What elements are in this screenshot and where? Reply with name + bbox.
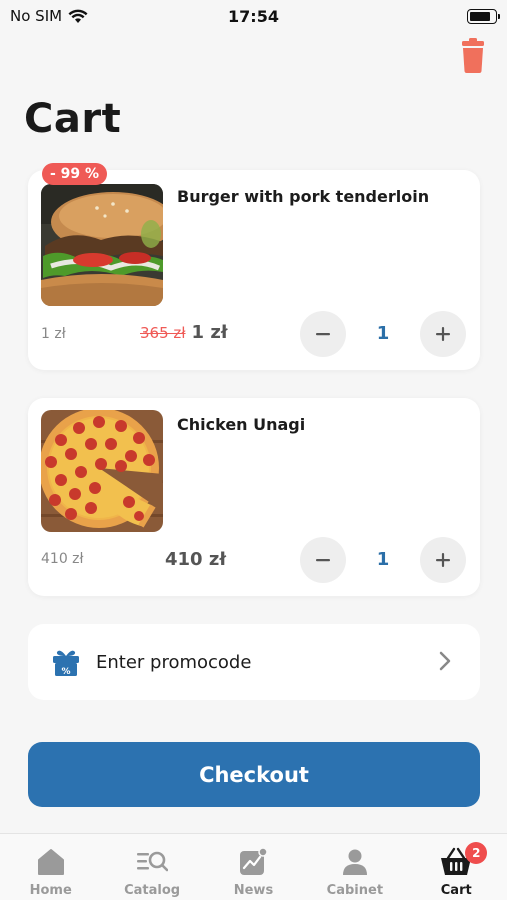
item-total-price: 1 zł bbox=[191, 322, 228, 343]
status-time: 17:54 bbox=[228, 6, 279, 26]
cart-count-badge: 2 bbox=[465, 842, 488, 864]
svg-text:%: % bbox=[61, 667, 70, 677]
news-icon bbox=[240, 848, 268, 875]
status-left: No SIM bbox=[10, 7, 88, 25]
tab-label: Cart bbox=[440, 883, 472, 898]
price-block: 410 zł bbox=[165, 549, 226, 570]
quantity-value: 1 bbox=[376, 549, 390, 570]
product-image-burger[interactable] bbox=[41, 184, 163, 306]
chevron-right-icon bbox=[439, 651, 451, 671]
carrier-label: No SIM bbox=[10, 7, 63, 25]
battery-icon bbox=[467, 8, 500, 24]
minus-icon bbox=[316, 559, 330, 562]
minus-icon bbox=[316, 333, 330, 336]
cart-item-card: Chicken Unagi 410 zł 410 zł 1 bbox=[28, 398, 480, 596]
unit-price: 410 zł bbox=[41, 551, 84, 567]
cart-item-card: - 99 % Burger with pork tenderloin 1 zł … bbox=[28, 163, 480, 370]
page-title: Cart bbox=[24, 96, 122, 142]
checkout-button[interactable]: Checkout bbox=[28, 742, 480, 807]
home-icon bbox=[37, 849, 64, 875]
product-image-pizza[interactable] bbox=[41, 410, 163, 532]
tab-news[interactable]: News bbox=[203, 834, 303, 898]
tab-cart[interactable]: 2 Cart bbox=[406, 834, 506, 898]
tab-label: Home bbox=[29, 883, 72, 898]
product-name[interactable]: Burger with pork tenderloin bbox=[177, 187, 429, 206]
pizza-photo bbox=[41, 410, 163, 532]
old-price: 365 zł bbox=[140, 324, 186, 342]
wifi-icon bbox=[68, 9, 88, 23]
product-name[interactable]: Chicken Unagi bbox=[177, 415, 305, 434]
tab-label: Catalog bbox=[124, 883, 181, 898]
burger-photo bbox=[41, 184, 163, 306]
item-total-price: 410 zł bbox=[165, 549, 226, 570]
tab-catalog[interactable]: Catalog bbox=[102, 834, 202, 898]
increase-quantity-button[interactable] bbox=[420, 537, 466, 583]
status-bar: No SIM 17:54 bbox=[0, 0, 507, 32]
unit-price: 1 zł bbox=[41, 326, 66, 342]
decrease-quantity-button[interactable] bbox=[300, 537, 346, 583]
plus-icon bbox=[436, 327, 450, 341]
trash-icon[interactable] bbox=[459, 38, 487, 74]
tab-cabinet[interactable]: Cabinet bbox=[305, 834, 405, 898]
plus-icon bbox=[436, 553, 450, 567]
quantity-value: 1 bbox=[376, 323, 390, 344]
catalog-icon bbox=[137, 851, 169, 872]
tab-home[interactable]: Home bbox=[1, 834, 101, 898]
tab-bar: Home Catalog News Cabinet 2 Cart bbox=[0, 833, 507, 900]
tab-label: News bbox=[233, 883, 274, 898]
gift-icon: % bbox=[53, 650, 79, 677]
battery-level bbox=[470, 11, 491, 21]
tab-label: Cabinet bbox=[326, 883, 384, 898]
discount-badge: - 99 % bbox=[42, 163, 108, 185]
promocode-label: Enter promocode bbox=[96, 651, 252, 673]
decrease-quantity-button[interactable] bbox=[300, 311, 346, 357]
price-block: 365 zł 1 zł bbox=[140, 322, 228, 343]
increase-quantity-button[interactable] bbox=[420, 311, 466, 357]
promocode-row[interactable]: % Enter promocode bbox=[28, 624, 480, 700]
user-icon bbox=[342, 849, 367, 875]
